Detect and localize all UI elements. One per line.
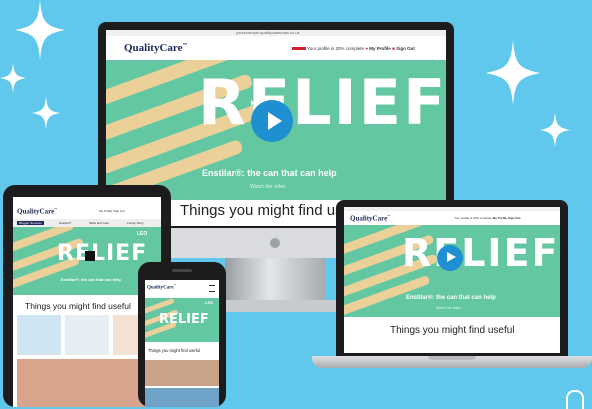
laptop-notch bbox=[428, 356, 476, 360]
sparkle-icon bbox=[15, 0, 65, 60]
hero-banner: RELIEF Enstilar®: the can that can help … bbox=[106, 60, 446, 200]
trademark: ™ bbox=[54, 207, 58, 211]
photo-block bbox=[145, 360, 219, 386]
nav-item[interactable]: Family Story bbox=[127, 221, 144, 225]
brand-name: QualityCare bbox=[350, 214, 388, 223]
play-triangle-icon bbox=[267, 111, 282, 130]
corner-figure-icon bbox=[566, 390, 584, 409]
leo-label: LEO bbox=[137, 231, 148, 237]
sparkle-icon bbox=[0, 62, 26, 94]
my-profile-link[interactable]: My Profile bbox=[99, 209, 112, 213]
url-text: yourexample.qualitycareindex.co.uk bbox=[236, 30, 300, 35]
tablet-header-links: My Profile Sign Out bbox=[99, 209, 125, 213]
nav-item[interactable]: Skills and Care bbox=[89, 221, 109, 225]
url-bar[interactable] bbox=[344, 207, 560, 211]
play-button[interactable] bbox=[437, 245, 463, 271]
brand-logo[interactable]: QualityCare™ bbox=[124, 42, 187, 54]
hero-banner: RELIEF Enstilar®: the can that can help … bbox=[344, 225, 560, 317]
monitor-base bbox=[210, 300, 340, 312]
header-right: Your profile is 20% complete My Profile … bbox=[454, 216, 520, 220]
profile-status: Your profile is 20% complete bbox=[307, 46, 365, 51]
leo-label: LEO bbox=[205, 300, 214, 305]
trademark: ™ bbox=[387, 214, 391, 218]
sign-out-link[interactable]: Sign Out bbox=[113, 209, 125, 213]
signout-icon: ■ bbox=[392, 46, 395, 51]
sign-out-link[interactable]: Sign Out bbox=[396, 46, 415, 51]
brand-logo[interactable]: QualityCare™ bbox=[350, 214, 390, 222]
user-icon: ● bbox=[365, 46, 369, 51]
sparkle-icon bbox=[485, 40, 541, 106]
hero-tagline: Enstilar®: the can that can help bbox=[202, 168, 337, 178]
nav-item[interactable]: Blogger Services bbox=[17, 221, 44, 225]
header-right: Your profile is 20% complete ● My Profil… bbox=[292, 46, 415, 51]
hero-title: RELIEF bbox=[159, 312, 209, 327]
my-profile-link[interactable]: My Profile bbox=[493, 216, 507, 220]
product-card[interactable] bbox=[17, 315, 61, 355]
hero-subtext[interactable]: Watch the video bbox=[250, 184, 286, 190]
hero-title: RELIEF bbox=[57, 241, 148, 266]
sparkle-icon bbox=[540, 112, 570, 148]
phone-speaker bbox=[172, 269, 192, 272]
sparkle-icon bbox=[32, 96, 60, 130]
brand-logo[interactable]: QualityCare™ bbox=[147, 284, 176, 291]
photo-block bbox=[17, 359, 157, 407]
section-title: Things you might find useful bbox=[25, 301, 131, 311]
brand-name: QualityCare bbox=[147, 285, 174, 291]
brand-name: QualityCare bbox=[17, 207, 55, 216]
brand-name: QualityCare bbox=[124, 42, 183, 54]
tablet-nav: Blogger Services Enstilar® Skills and Ca… bbox=[13, 219, 161, 227]
hero-banner: RELIEF LEO bbox=[145, 298, 219, 342]
play-button[interactable] bbox=[85, 251, 95, 261]
hero-subtext[interactable]: Watch the video bbox=[436, 306, 461, 310]
nav-item[interactable]: Enstilar® bbox=[59, 221, 71, 225]
section-title: Things you might find useful bbox=[148, 348, 201, 353]
progress-bar bbox=[292, 47, 306, 51]
hero-tagline: Enstilar®: the can that can help bbox=[61, 277, 121, 282]
profile-status: Your profile is 20% complete bbox=[454, 216, 492, 220]
hero-title: RELIEF bbox=[198, 66, 446, 139]
section-title: Things you might find useful bbox=[390, 325, 515, 336]
sign-out-link[interactable]: Sign Out bbox=[508, 216, 521, 220]
play-button[interactable] bbox=[251, 100, 293, 142]
brand-logo[interactable]: QualityCare™ bbox=[17, 207, 57, 215]
trademark: ™ bbox=[173, 284, 177, 287]
hero-tagline: Enstilar®: the can that can help bbox=[406, 295, 496, 301]
trademark: ™ bbox=[182, 42, 188, 49]
product-card[interactable] bbox=[65, 315, 109, 355]
menu-icon[interactable] bbox=[209, 285, 215, 292]
apple-logo-icon bbox=[270, 238, 280, 248]
hero-title: RELIEF bbox=[402, 231, 560, 275]
photo-block bbox=[145, 388, 219, 407]
laptop-screen: QualityCare™ Your profile is 20% complet… bbox=[344, 207, 560, 353]
my-profile-link[interactable]: My Profile bbox=[369, 46, 391, 51]
play-triangle-icon bbox=[447, 252, 457, 263]
phone-screen: QualityCare™ RELIEF LEO Things you might… bbox=[145, 280, 219, 407]
